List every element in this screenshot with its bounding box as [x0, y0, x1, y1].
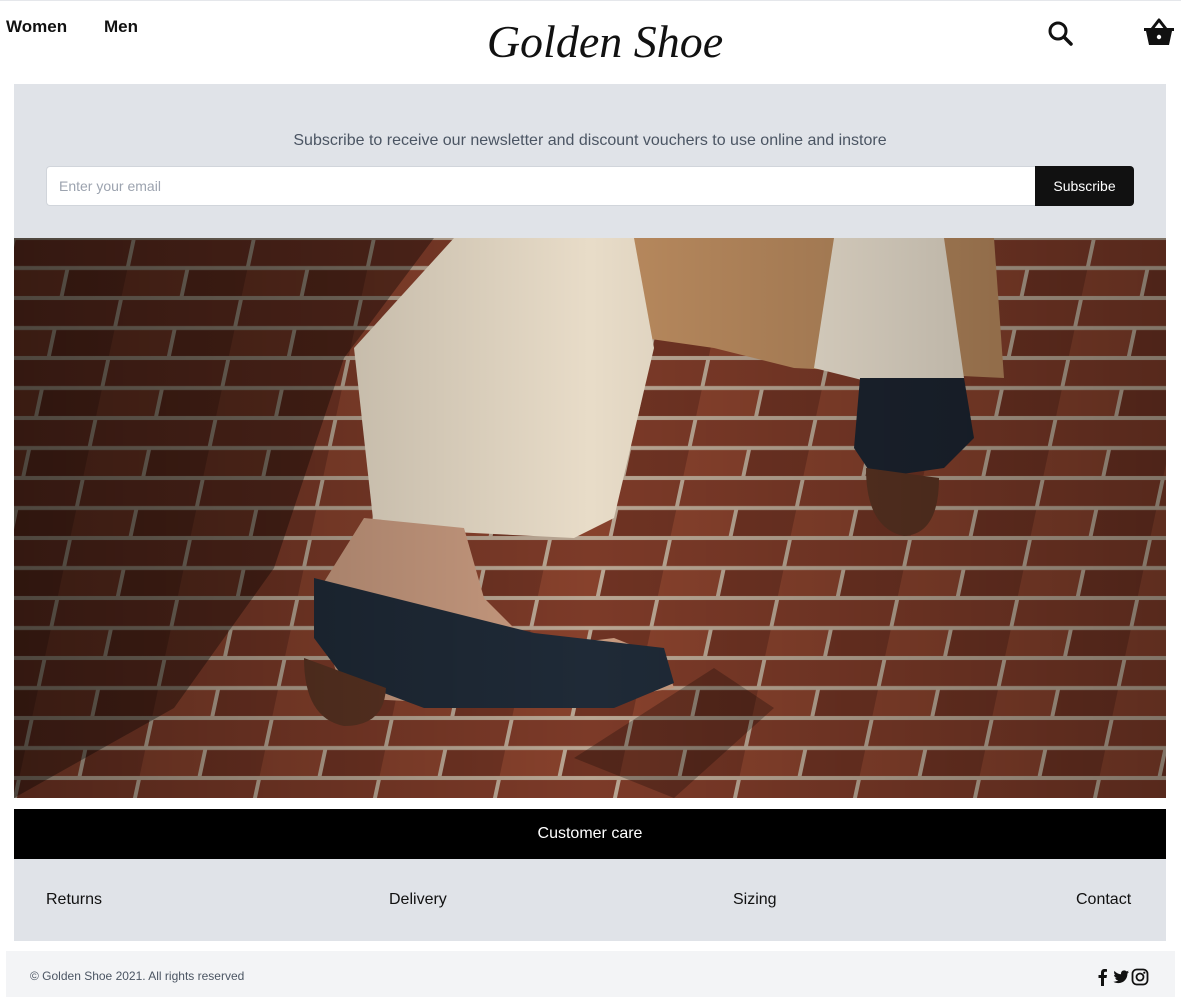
copyright-text: © Golden Shoe 2021. All rights reserved [30, 969, 245, 983]
site-footer: © Golden Shoe 2021. All rights reserved [6, 951, 1175, 997]
nav-women[interactable]: Women [6, 17, 67, 37]
twitter-link[interactable] [1112, 968, 1130, 986]
returns-link[interactable]: Returns [46, 891, 102, 909]
sizing-link[interactable]: Sizing [733, 891, 777, 909]
nav-men[interactable]: Men [104, 17, 138, 37]
delivery-link[interactable]: Delivery [389, 891, 447, 909]
subscribe-button[interactable]: Subscribe [1035, 166, 1134, 206]
instagram-icon [1131, 968, 1149, 986]
instagram-link[interactable] [1131, 968, 1149, 986]
basket-icon [1144, 18, 1174, 45]
site-header: Women Men Golden Shoe [0, 1, 1181, 84]
search-icon [1048, 21, 1073, 46]
twitter-icon [1113, 970, 1129, 984]
customer-care-title: Customer care [14, 809, 1166, 859]
facebook-link[interactable] [1094, 968, 1112, 986]
contact-link[interactable]: Contact [1076, 891, 1131, 909]
email-input[interactable] [46, 166, 1036, 206]
basket-button[interactable] [1142, 15, 1176, 49]
facebook-icon [1098, 969, 1107, 986]
logo-text: Golden Shoe [487, 16, 723, 67]
customer-care-links: Returns Delivery Sizing Contact [14, 859, 1166, 941]
search-button[interactable] [1046, 19, 1074, 47]
hero-image [14, 238, 1166, 798]
newsletter-text: Subscribe to receive our newsletter and … [293, 132, 887, 149]
hero-shoe-photo [14, 238, 1166, 798]
site-logo[interactable]: Golden Shoe [470, 5, 740, 75]
newsletter-section: Subscribe to receive our newsletter and … [14, 84, 1166, 238]
